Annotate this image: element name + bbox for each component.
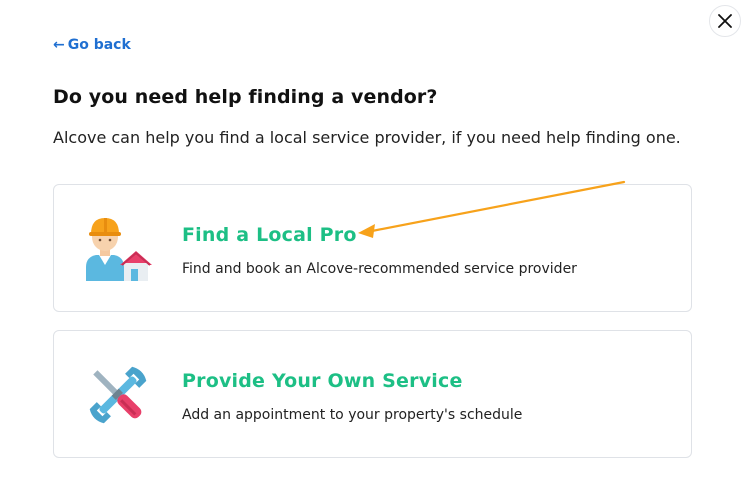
dialog-subtitle: Alcove can help you find a local service… [53, 128, 681, 147]
close-icon [718, 14, 732, 28]
arrow-left-icon: ← [53, 37, 65, 53]
find-local-pro-card[interactable]: Find a Local Pro Find and book an Alcove… [53, 184, 692, 312]
find-local-pro-description: Find and book an Alcove-recommended serv… [182, 261, 577, 277]
go-back-link[interactable]: ← Go back [53, 37, 131, 53]
vendor-help-dialog: ← Go back Do you need help finding a ven… [0, 0, 745, 493]
provide-own-service-description: Add an appointment to your property's sc… [182, 407, 523, 423]
provide-own-service-card[interactable]: Provide Your Own Service Add an appointm… [53, 330, 692, 458]
provide-own-service-title: Provide Your Own Service [182, 370, 463, 392]
close-button[interactable] [709, 5, 741, 37]
dialog-title: Do you need help finding a vendor? [53, 86, 438, 108]
go-back-label: Go back [67, 37, 131, 53]
tools-icon [89, 366, 147, 424]
worker-house-icon [86, 218, 152, 281]
find-local-pro-title: Find a Local Pro [182, 224, 357, 246]
